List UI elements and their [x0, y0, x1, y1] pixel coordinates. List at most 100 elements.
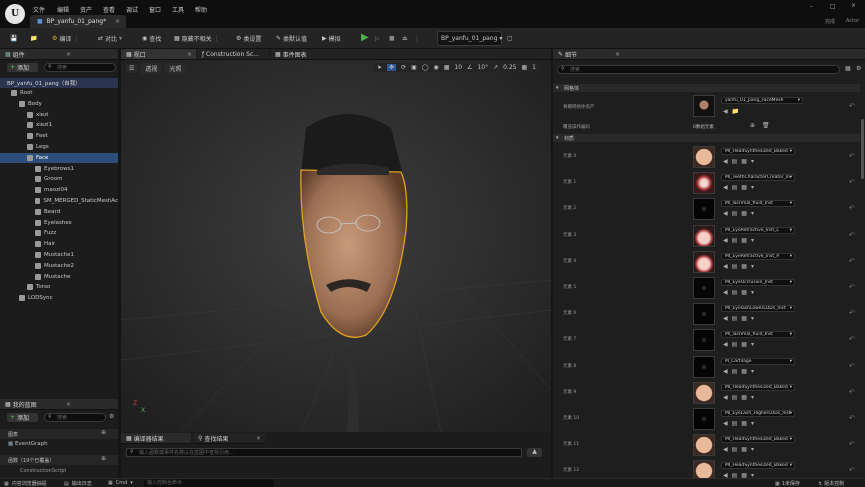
material-dropdown[interactable]: M_Cartilage ▾: [721, 357, 795, 365]
material-thumbnail[interactable]: [693, 355, 715, 378]
use-selected-icon[interactable]: ◀: [723, 184, 728, 191]
hide-unrelated-button[interactable]: ▦ 隐藏不相关 ⋮: [174, 31, 220, 46]
browse-asset-icon[interactable]: ▤: [732, 446, 738, 453]
debug-target-dropdown[interactable]: BP_yanfu_01_pang ▾: [437, 31, 502, 46]
browse-icon[interactable]: 📁: [30, 31, 37, 46]
menu-asset[interactable]: 资产: [80, 5, 92, 14]
component-tree-item[interactable]: Eyebrows1: [0, 164, 118, 174]
delete-icon[interactable]: 🗑: [762, 122, 770, 129]
event-graph-item[interactable]: ▦ EventGraph: [8, 441, 48, 447]
reset-material-icon[interactable]: ↶: [849, 414, 855, 422]
options-icon[interactable]: ▾: [751, 289, 754, 296]
component-tree-item[interactable]: Hair: [0, 239, 118, 249]
minimize-icon[interactable]: –: [810, 3, 813, 10]
compiler-results-tab[interactable]: ▦ 编译器结果: [121, 433, 191, 444]
material-thumbnail[interactable]: [693, 329, 715, 352]
self-row[interactable]: BP_yanfu_01_pang（自我）: [0, 78, 118, 88]
camera-speed-value[interactable]: 1: [532, 64, 536, 71]
component-tree-item[interactable]: maozi04: [0, 185, 118, 195]
angle-value[interactable]: 10°: [477, 64, 488, 71]
component-tree-item[interactable]: Mustache2: [0, 261, 118, 271]
browse-asset-icon[interactable]: ▤: [732, 237, 738, 244]
component-tree-item[interactable]: Torso: [0, 282, 118, 292]
open-editor-icon[interactable]: ▦: [741, 420, 747, 427]
use-selected-icon[interactable]: ◀: [723, 420, 728, 427]
reset-material-icon[interactable]: ↶: [849, 440, 855, 448]
use-selected-icon[interactable]: ◀: [723, 210, 728, 217]
browse-asset-icon[interactable]: ▤: [732, 158, 738, 165]
move-icon[interactable]: ✥: [387, 64, 397, 71]
close-my-blueprint-icon[interactable]: ×: [66, 401, 71, 408]
options-icon[interactable]: ▾: [751, 263, 754, 270]
component-tree-item[interactable]: xiezi: [0, 110, 118, 120]
add-component-button[interactable]: + 添加: [7, 63, 38, 72]
reset-material-icon[interactable]: ↶: [849, 204, 855, 212]
scale-value[interactable]: 0.25: [503, 64, 516, 71]
material-dropdown[interactable]: MI_HeadSynthesized_Baked ▾: [721, 436, 795, 444]
output-log-button[interactable]: ▤ 输出日志: [64, 480, 92, 487]
use-selected-icon[interactable]: ◀: [723, 289, 728, 296]
viewport-tab[interactable]: ▦ 视口 ×: [121, 49, 196, 60]
menu-help[interactable]: 帮助: [195, 5, 207, 14]
material-dropdown[interactable]: MI_EyeOcclusion_Inst ▾: [721, 279, 795, 286]
reset-material-icon[interactable]: ↶: [849, 362, 855, 370]
material-thumbnail[interactable]: [693, 408, 715, 430]
use-selected-icon[interactable]: ◀: [723, 394, 728, 401]
mesh-asset-thumbnail[interactable]: [693, 95, 715, 117]
diff-button[interactable]: ⇄ 对比 ▾: [98, 31, 122, 46]
graphs-section-header[interactable]: 图表 ⊕: [0, 429, 118, 439]
material-dropdown[interactable]: MI_EyeRefractive_Inst_L ▾: [721, 226, 795, 234]
browse-asset-icon[interactable]: ▤: [732, 368, 738, 375]
functions-section-header[interactable]: 函数（19个已覆盖） ⊕: [0, 455, 118, 465]
document-tab[interactable]: ■ BP_yanfu_01_pang* ×: [30, 15, 126, 28]
material-dropdown[interactable]: MI_HeadSynthesized_Baked ▾: [721, 148, 795, 155]
eject-icon[interactable]: ⏏: [402, 31, 408, 46]
options-icon[interactable]: ▾: [751, 420, 754, 427]
compile-button[interactable]: ⚙ 编译 ⋮: [52, 31, 79, 46]
open-editor-icon[interactable]: ▦: [741, 158, 747, 165]
class-defaults-button[interactable]: ✎ 类默认值: [276, 31, 307, 46]
console-input[interactable]: 输入控制台命令: [144, 479, 274, 487]
material-thumbnail[interactable]: [693, 198, 715, 221]
find-button[interactable]: ◉ 查找: [142, 31, 161, 46]
add-member-button[interactable]: + 添加: [7, 413, 38, 422]
unreal-logo-icon[interactable]: U: [5, 4, 25, 24]
use-selected-icon[interactable]: ◀: [723, 368, 728, 375]
options-icon[interactable]: ▾: [751, 237, 754, 244]
browse-asset-icon[interactable]: ▤: [732, 315, 738, 322]
construction-script-item[interactable]: ConstructionScript: [20, 468, 66, 474]
open-editor-icon[interactable]: ▦: [741, 315, 747, 322]
reset-material-icon[interactable]: ↶: [849, 335, 855, 343]
options-icon[interactable]: ▾: [751, 394, 754, 401]
lit-button[interactable]: 光照: [165, 63, 186, 74]
browse-asset-icon[interactable]: ▤: [732, 341, 738, 348]
material-thumbnail[interactable]: [693, 303, 715, 326]
reset-mesh-icon[interactable]: ↶: [849, 102, 855, 110]
close-details-icon[interactable]: ×: [615, 51, 620, 58]
material-thumbnail[interactable]: [693, 172, 715, 195]
options-icon[interactable]: ▾: [751, 210, 754, 217]
add-function-icon[interactable]: ⊕: [101, 455, 106, 462]
reset-material-icon[interactable]: ↶: [849, 257, 855, 265]
event-graph-tab[interactable]: ▦ 事件图表: [270, 49, 551, 60]
reset-material-icon[interactable]: ↶: [849, 309, 855, 317]
options-icon[interactable]: ▾: [751, 158, 754, 165]
material-thumbnail[interactable]: [693, 434, 715, 457]
open-editor-icon[interactable]: ▦: [741, 368, 747, 375]
close-components-icon[interactable]: ×: [66, 51, 71, 58]
open-editor-icon[interactable]: ▦: [741, 394, 747, 401]
use-selected-icon[interactable]: ◀: [723, 158, 728, 165]
maximize-icon[interactable]: □: [830, 3, 836, 10]
source-control-button[interactable]: ↯ 版本控制: [818, 480, 844, 487]
close-find-results-icon[interactable]: ×: [256, 435, 261, 442]
material-dropdown[interactable]: MI_EyeLash_HigherLODs_Inst ▾: [721, 410, 795, 417]
components-tab[interactable]: ▦ 组件 ×: [0, 49, 118, 60]
angle-snap-icon[interactable]: ∠: [467, 64, 472, 71]
use-selected-icon[interactable]: ◀: [723, 315, 728, 322]
reset-material-icon[interactable]: ↶: [849, 231, 855, 239]
hamburger-icon[interactable]: ☰: [126, 64, 138, 73]
material-dropdown[interactable]: MI_lacrimal_fluid_Inst ▾: [721, 200, 795, 208]
menu-tools[interactable]: 工具: [172, 5, 184, 14]
details-scrollbar[interactable]: [861, 119, 864, 179]
close-tab-icon[interactable]: ×: [115, 18, 120, 25]
